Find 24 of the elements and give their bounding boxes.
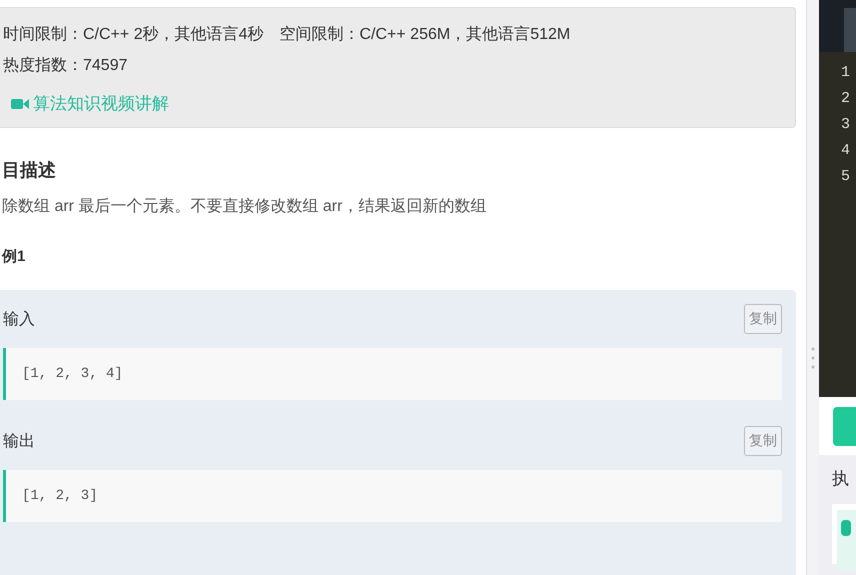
block-label: 输出 [3,432,35,452]
video-camera-icon [11,98,29,110]
line-number: 1 [840,63,852,83]
splitter-handle[interactable] [806,0,819,575]
video-link[interactable]: 算法知识视频讲解 [11,92,795,115]
line-number: 4 [840,141,852,161]
description-text: 除数组 arr 最后一个元素。不要直接修改数组 arr，结果返回新的数组 [2,196,488,217]
line-number: 3 [840,115,852,135]
editor-tab[interactable] [844,8,856,52]
space-limit: 空间限制：C/C++ 256M，其他语言512M [279,24,570,45]
heat-index: 热度指数：74597 [3,56,128,76]
copy-button[interactable]: 复制 [744,304,782,334]
copy-button[interactable]: 复制 [744,426,782,456]
example-heading: 例1 [2,247,26,266]
result-heading: 执 [832,468,850,490]
line-number: 2 [840,89,852,109]
code-editor[interactable]: 1 2 3 4 5 [819,52,856,397]
block-label: 输入 [3,310,35,330]
time-limit: 时间限制：C/C++ 2秒，其他语言4秒 [3,24,264,45]
section-heading: 目描述 [2,159,57,182]
line-number: 5 [840,167,852,187]
drag-dots-icon [811,346,815,370]
code-block: [1, 2, 3] [3,470,782,522]
code-block: [1, 2, 3, 4] [3,348,782,400]
